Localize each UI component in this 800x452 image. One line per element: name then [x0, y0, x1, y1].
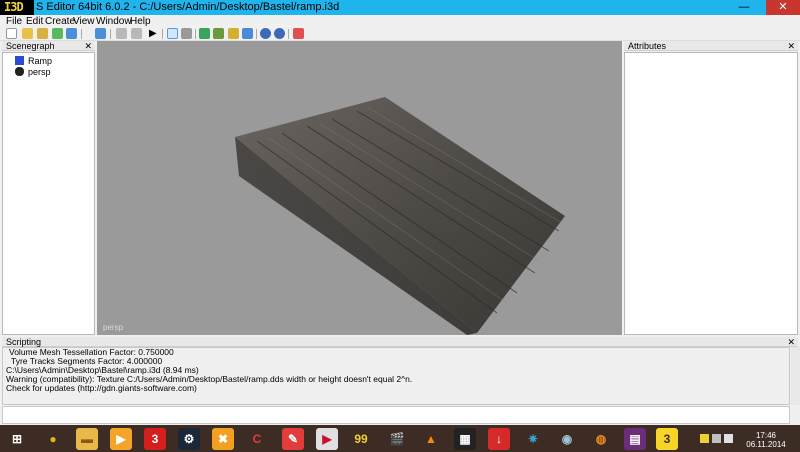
scripting-header: Scripting ✕ — [2, 337, 798, 347]
select-tool-icon[interactable] — [167, 28, 178, 39]
attributes-panel — [624, 52, 798, 335]
scenegraph-panel: Ramp persp — [2, 52, 95, 335]
scripting-scrollbar[interactable] — [791, 347, 800, 405]
windows-start-icon[interactable]: ⊞ — [6, 428, 28, 450]
play-icon[interactable]: ▶ — [149, 28, 160, 39]
toolbar-separator — [162, 29, 163, 39]
giants-editor-icon[interactable]: 3 — [656, 428, 678, 450]
clock-time: 17:46 — [755, 431, 777, 440]
move-tool-icon[interactable] — [181, 28, 192, 39]
scripting-title: Scripting — [6, 337, 42, 347]
tools-icon[interactable]: ✖ — [212, 428, 234, 450]
blender-icon[interactable]: ◍ — [590, 428, 612, 450]
winrar-icon[interactable]: ▤ — [624, 428, 646, 450]
attributes-header: Attributes ✕ — [624, 41, 798, 51]
menu-help[interactable]: Help — [130, 16, 151, 27]
toolbar: ▶ — [0, 27, 800, 41]
cube-icon — [15, 56, 24, 65]
scenegraph-title: Scenegraph — [6, 41, 55, 51]
menu-view[interactable]: View — [73, 16, 95, 27]
ramp-mesh — [235, 97, 565, 335]
delete-icon[interactable] — [293, 28, 304, 39]
tray-volume-icon[interactable] — [724, 434, 733, 443]
new-file-icon[interactable] — [6, 28, 17, 39]
menu-bar: File Edit Create View Window Help — [0, 15, 800, 27]
terrain-sculpt-icon[interactable] — [213, 28, 224, 39]
3d-viewport[interactable]: persp — [97, 41, 622, 335]
gear-app-icon[interactable]: ✷ — [522, 428, 544, 450]
render-settings-icon[interactable] — [274, 28, 285, 39]
counter-icon[interactable]: 99 — [350, 428, 372, 450]
download-icon[interactable]: ↓ — [488, 428, 510, 450]
app-3-icon[interactable]: 3 — [144, 428, 166, 450]
save-icon[interactable] — [37, 28, 48, 39]
ccleaner-icon[interactable]: C — [246, 428, 268, 450]
scripting-output: Volume Mesh Tessellation Factor: 0.75000… — [2, 347, 790, 405]
foliage-paint-icon[interactable] — [228, 28, 239, 39]
app-logo: I3D — [0, 0, 34, 15]
refresh-icon[interactable] — [95, 28, 106, 39]
scenegraph-close-button[interactable]: ✕ — [84, 41, 92, 51]
steam-icon[interactable]: ⚙ — [178, 428, 200, 450]
import-icon[interactable] — [66, 28, 77, 39]
file-explorer-icon[interactable]: ▬ — [76, 428, 98, 450]
scenegraph-header: Scenegraph ✕ — [2, 41, 95, 51]
script-command-input[interactable] — [2, 406, 790, 424]
clapper-icon[interactable]: 🎬 — [386, 428, 408, 450]
export-icon[interactable] — [52, 28, 63, 39]
film-icon[interactable]: ▦ — [454, 428, 476, 450]
log-line: Check for updates (http://gdn.giants-sof… — [6, 383, 197, 393]
media-player-icon[interactable]: ▶ — [110, 428, 132, 450]
terrain-paint-icon[interactable] — [199, 28, 210, 39]
menu-file[interactable]: File — [6, 16, 22, 27]
tree-item-label: persp — [28, 67, 51, 77]
attributes-close-button[interactable]: ✕ — [787, 41, 795, 51]
attributes-title: Attributes — [628, 41, 667, 51]
settings-icon[interactable] — [260, 28, 271, 39]
video-player-icon[interactable]: ▶ — [316, 428, 338, 450]
terrain-height-icon[interactable] — [242, 28, 253, 39]
minimize-button[interactable]: — — [733, 0, 755, 15]
menu-create[interactable]: Create — [45, 16, 75, 27]
clock-date: 06.11.2014 — [746, 440, 786, 449]
camera-icon — [15, 67, 24, 76]
disk-icon[interactable]: ◉ — [556, 428, 578, 450]
taskbar-clock[interactable]: 17:46 06.11.2014 — [736, 431, 796, 449]
menu-edit[interactable]: Edit — [26, 16, 43, 27]
tray-flag-icon[interactable] — [712, 434, 721, 443]
toolbar-separator — [288, 29, 289, 39]
tree-item-persp[interactable]: persp — [15, 66, 51, 78]
viewport-camera-label: persp — [103, 323, 124, 332]
tree-item-label: Ramp — [28, 56, 53, 66]
menu-window[interactable]: Window — [96, 16, 132, 27]
toolbar-separator — [110, 29, 111, 39]
open-folder-icon[interactable] — [22, 28, 33, 39]
window-title: S Editor 64bit 6.0.2 - C:/Users/Admin/De… — [36, 1, 340, 13]
close-button[interactable]: ✕ — [766, 0, 800, 15]
ramp-top-surface — [235, 97, 565, 333]
undo-icon[interactable] — [116, 28, 127, 39]
scripting-close-button[interactable]: ✕ — [787, 337, 795, 347]
tray-network-icon[interactable] — [700, 434, 709, 443]
toolbar-separator — [81, 29, 82, 39]
toolbar-separator — [195, 29, 196, 39]
chrome-icon[interactable]: ● — [42, 428, 64, 450]
vlc-icon[interactable]: ▲ — [420, 428, 442, 450]
title-bar: I3D S Editor 64bit 6.0.2 - C:/Users/Admi… — [0, 0, 800, 15]
taskbar: ⊞ ● ▬ ▶ 3 ⚙ ✖ C ✎ ▶ 99 🎬 ▲ ▦ ↓ ✷ ◉ ◍ ▤ 3 17:46 06.11.2014 — [0, 425, 800, 452]
toolbar-separator — [256, 29, 257, 39]
notes-icon[interactable]: ✎ — [282, 428, 304, 450]
redo-icon[interactable] — [131, 28, 142, 39]
